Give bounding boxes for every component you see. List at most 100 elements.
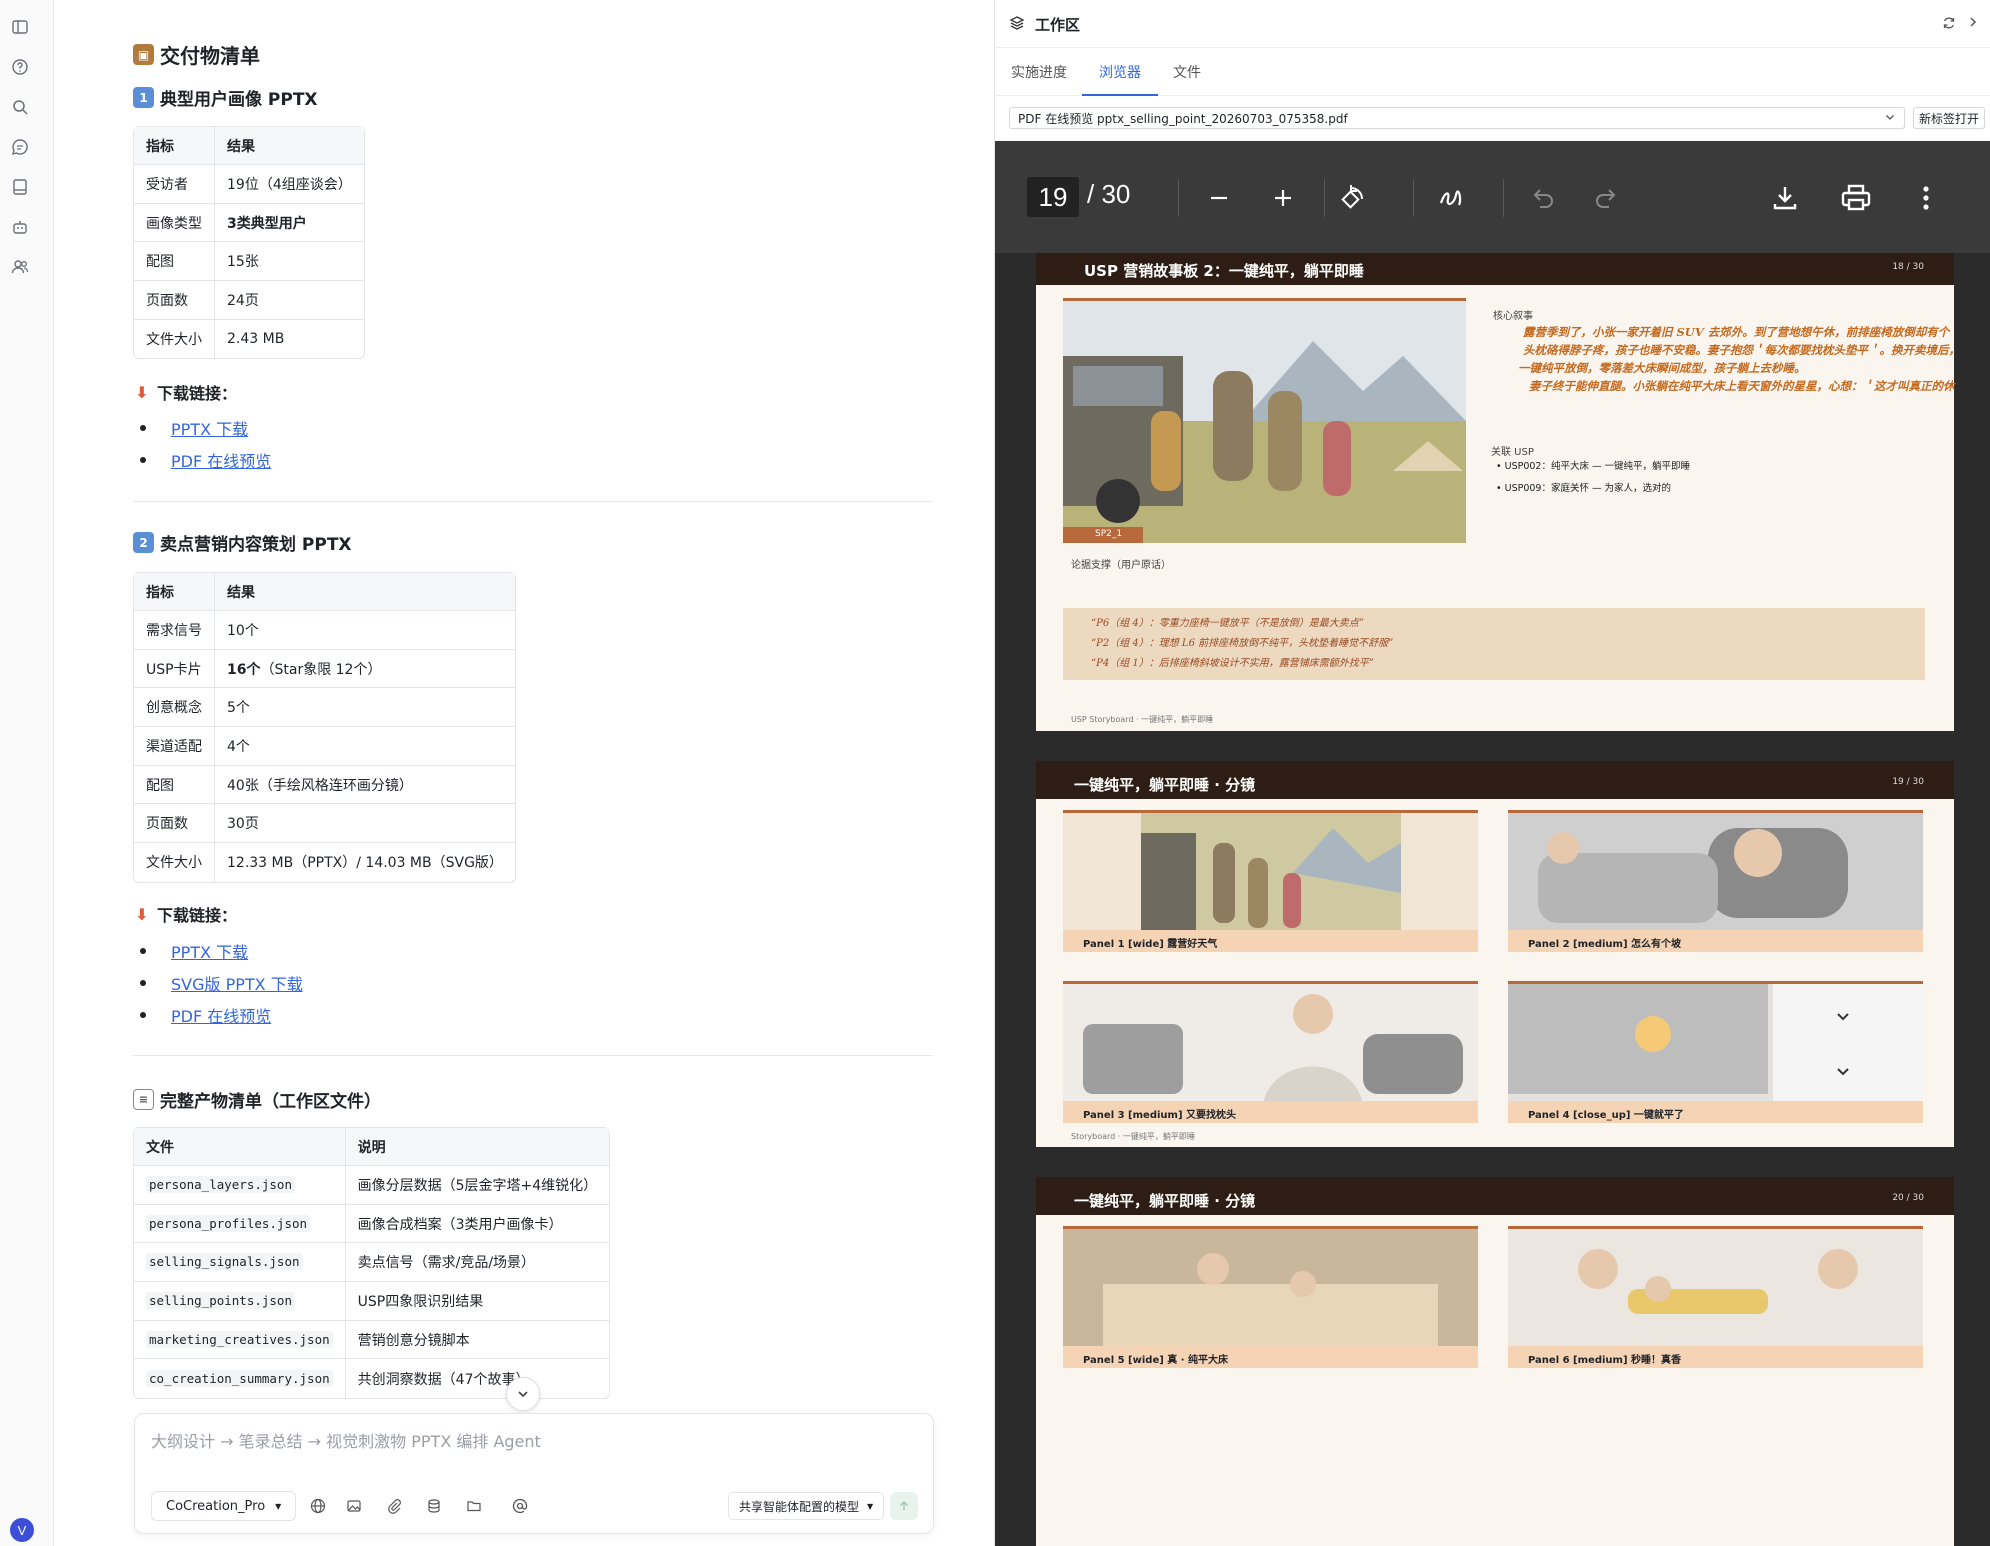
panel-caption: Panel 6 [medium] 秒睡！真香 bbox=[1508, 1346, 1923, 1368]
table-row: 配图 40张（手绘风格连环画分镜） bbox=[134, 765, 515, 805]
usp-metrics-table: 指标 结果 需求信号 10个 USP卡片 16个（Star象限 12个） 创意概念 5个… bbox=[133, 572, 516, 883]
url-select[interactable]: PDF 在线预览 pptx_selling_point_20260703_075… bbox=[1009, 107, 1905, 129]
database-icon[interactable] bbox=[424, 1496, 444, 1516]
table-row: persona_layers.json 画像分层数据（5层金字塔+4维锐化） bbox=[134, 1166, 610, 1205]
more-vertical-icon[interactable] bbox=[1909, 181, 1943, 215]
user-avatar[interactable]: V bbox=[10, 1518, 34, 1542]
storyboard-panel: Panel 6 [medium] 秒睡！真香 bbox=[1508, 1226, 1923, 1368]
tab-progress[interactable]: 实施进度 bbox=[1011, 62, 1067, 96]
redo-icon[interactable] bbox=[1589, 181, 1623, 215]
help-icon[interactable] bbox=[10, 57, 30, 77]
table-cell: 画像类型 bbox=[134, 203, 215, 243]
slide-header: 一键纯平，躺平即睡 · 分镜 19 / 30 bbox=[1036, 761, 1954, 799]
zoom-out-icon[interactable] bbox=[1202, 181, 1236, 215]
bot-icon[interactable] bbox=[10, 217, 30, 237]
caret-down-icon: ▼ bbox=[275, 1501, 282, 1511]
section2-title: 2 卖点营销内容策划 PPTX bbox=[133, 530, 352, 555]
zoom-in-icon[interactable] bbox=[1266, 181, 1300, 215]
chat-panel: ▣ 交付物清单 1 典型用户画像 PPTX 指标 结果 受访者 19位（4组座谈会）… bbox=[55, 0, 993, 1546]
storyboard-panel: Panel 1 [wide] 露营好天气 bbox=[1063, 810, 1478, 952]
pptx-download-link[interactable]: PPTX 下载 bbox=[171, 939, 248, 963]
chevron-down-icon bbox=[1884, 111, 1896, 126]
rotate-icon[interactable] bbox=[1335, 181, 1369, 215]
table-cell: 5个 bbox=[215, 688, 515, 728]
tab-browser[interactable]: 浏览器 bbox=[1082, 62, 1158, 96]
table-row: selling_points.json USP四象限识别结果 bbox=[134, 1282, 610, 1321]
mention-icon[interactable] bbox=[510, 1496, 530, 1516]
chevron-right-icon[interactable] bbox=[1967, 14, 1979, 33]
toolbar-divider bbox=[1178, 179, 1179, 217]
agent-select[interactable]: CoCreation_Pro ▼ bbox=[151, 1491, 297, 1521]
draw-icon[interactable] bbox=[1435, 181, 1469, 215]
chat-icon[interactable] bbox=[10, 137, 30, 157]
page-total: / 30 bbox=[1087, 179, 1131, 209]
table-cell: 营销创意分镜脚本 bbox=[345, 1321, 610, 1360]
book-icon[interactable] bbox=[10, 177, 30, 197]
list-item: PPTX 下载 bbox=[134, 935, 303, 967]
caret-down-icon: ▼ bbox=[867, 1501, 874, 1511]
open-new-tab-button[interactable]: 新标签打开 bbox=[1913, 107, 1985, 129]
composer-input[interactable]: 大纲设计 → 笔录总结 → 视觉刺激物 PPTX 编排 Agent bbox=[151, 1428, 541, 1452]
toolbar-divider bbox=[1503, 179, 1504, 217]
usp-count: 16个 bbox=[227, 661, 261, 678]
story-line: 妻子终于能伸直腿。小张躺在纯平大床上看天窗外的星星，心想：＇这才叫真正的休 bbox=[1529, 379, 1955, 393]
left-rail: V bbox=[0, 0, 54, 1546]
usp-item: • USP002：纯平大床 — 一键纯平，躺平即睡 bbox=[1496, 461, 1691, 472]
table-header: 指标 bbox=[134, 573, 215, 611]
slide-header: USP 营销故事板 2：一键纯平，躺平即睡 18 / 30 bbox=[1036, 253, 1954, 285]
table-row: marketing_creatives.json 营销创意分镜脚本 bbox=[134, 1320, 610, 1360]
arrow-up-icon bbox=[899, 1500, 909, 1510]
scroll-to-bottom-button[interactable] bbox=[506, 1377, 540, 1411]
download-icon[interactable] bbox=[1768, 181, 1802, 215]
table-cell: 页面数 bbox=[134, 281, 215, 320]
table-cell: selling_points.json bbox=[134, 1282, 346, 1321]
slide-title: 一键纯平，躺平即睡 · 分镜 bbox=[1074, 776, 1256, 794]
search-icon[interactable] bbox=[10, 97, 30, 117]
composer: 大纲设计 → 笔录总结 → 视觉刺激物 PPTX 编排 Agent CoCrea… bbox=[134, 1413, 934, 1534]
model-select[interactable]: 共享智能体配置的模型 ▼ bbox=[728, 1492, 885, 1520]
table-cell: 2.43 MB bbox=[227, 331, 285, 348]
sidebar-toggle-icon[interactable] bbox=[10, 17, 30, 37]
globe-icon[interactable] bbox=[308, 1496, 328, 1516]
pdf-preview-link[interactable]: PDF 在线预览 bbox=[171, 1003, 271, 1027]
workspace-files-table: 文件 说明 persona_layers.json 画像分层数据（5层金字塔+4维锐… bbox=[133, 1127, 611, 1400]
agent-name: CoCreation_Pro bbox=[166, 1498, 266, 1514]
slide-header: 一键纯平，躺平即睡 · 分镜 20 / 30 bbox=[1036, 1177, 1954, 1215]
workspace-header: 工作区 bbox=[995, 0, 1990, 48]
persona-metrics-table: 指标 结果 受访者 19位（4组座谈会） 画像类型 3类典型用户 配图 15张 页面数 2… bbox=[133, 126, 365, 360]
page-number-input[interactable]: 19 bbox=[1027, 177, 1079, 217]
svg-pptx-download-link[interactable]: SVG版 PPTX 下载 bbox=[171, 971, 303, 995]
slide-title: USP 营销故事板 2：一键纯平，躺平即睡 bbox=[1084, 262, 1364, 280]
toolbar-divider bbox=[1324, 179, 1325, 217]
pptx-download-link[interactable]: PPTX 下载 bbox=[171, 416, 248, 440]
tab-files[interactable]: 文件 bbox=[1173, 62, 1201, 96]
table-row: 页面数 24页 bbox=[134, 281, 364, 320]
refresh-icon[interactable] bbox=[1942, 15, 1956, 34]
attachment-icon[interactable] bbox=[384, 1496, 404, 1516]
undo-icon[interactable] bbox=[1526, 181, 1560, 215]
folder-icon[interactable] bbox=[464, 1496, 484, 1516]
storyboard-panel: Panel 3 [medium] 又要找枕头 bbox=[1063, 981, 1478, 1123]
send-button[interactable] bbox=[890, 1492, 918, 1520]
filename: selling_points.json bbox=[146, 1291, 295, 1309]
image-icon[interactable] bbox=[344, 1496, 364, 1516]
table-row: 渠道适配 4个 bbox=[134, 727, 515, 766]
story-line: 一键纯平放倒，零落差大床瞬间成型，孩子躺上去秒睡。 bbox=[1518, 361, 1806, 375]
number-one-icon: 1 bbox=[133, 87, 154, 108]
package-icon: ▣ bbox=[133, 44, 154, 65]
users-icon[interactable] bbox=[10, 257, 30, 277]
slide-number: 18 / 30 bbox=[1892, 262, 1924, 272]
filename: persona_profiles.json bbox=[146, 1214, 311, 1232]
section2-links: PPTX 下载 SVG版 PPTX 下载 PDF 在线预览 bbox=[134, 935, 303, 1031]
table-cell: marketing_creatives.json bbox=[134, 1320, 346, 1360]
story-line: 露营季到了，小张一家开着旧 SUV 去郊外。到了营地想午休，前排座椅放倒却有个 bbox=[1523, 325, 1950, 339]
table-row: persona_profiles.json 画像合成档案（3类用户画像卡） bbox=[134, 1204, 610, 1244]
table-cell: 16个（Star象限 12个） bbox=[215, 650, 515, 689]
download-label: ⬇ 下载链接： bbox=[133, 902, 237, 926]
print-icon[interactable] bbox=[1839, 181, 1873, 215]
table-cell: 画像分层数据（5层金字塔+4维锐化） bbox=[345, 1166, 610, 1205]
download-label: ⬇ 下载链接： bbox=[133, 380, 237, 404]
pdf-preview-link[interactable]: PDF 在线预览 bbox=[171, 448, 271, 472]
usp-star-note: （Star象限 12个） bbox=[260, 661, 382, 678]
url-text: PDF 在线预览 pptx_selling_point_20260703_075… bbox=[1018, 111, 1348, 126]
